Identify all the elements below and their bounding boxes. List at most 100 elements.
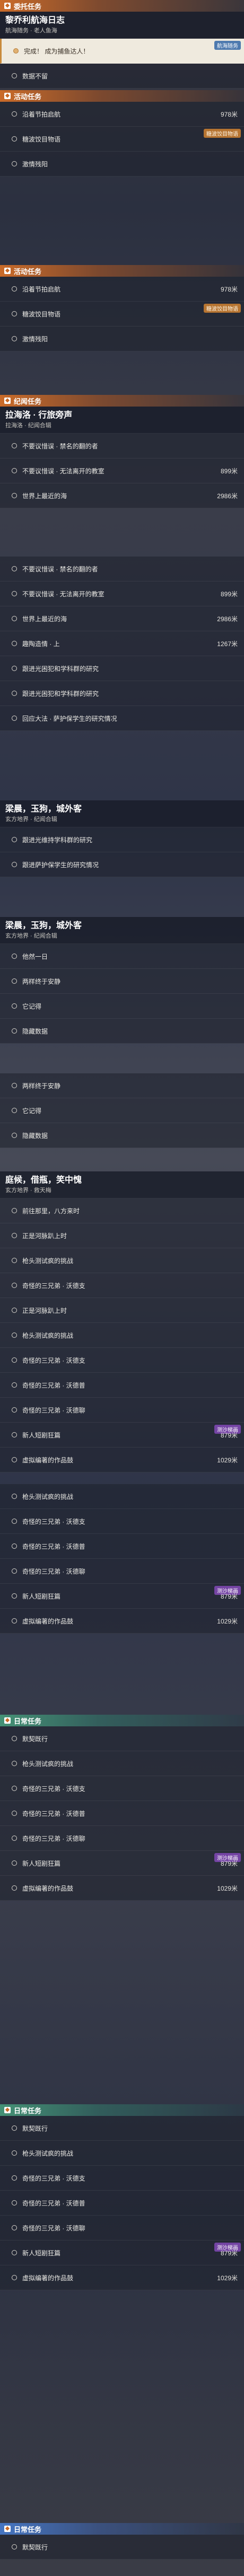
circle-icon [12,2275,17,2280]
quest-row[interactable]: 趣陶造情 · 上 1267米 [0,631,244,656]
quest-row[interactable]: 默契既行 [0,1726,244,1751]
quest-group-header[interactable]: 梁晨，玉狗，城外客 玄方地界 · 纪闻合辑 [0,800,244,827]
circle-icon [12,1382,17,1388]
quest-row[interactable]: 两样终于安静 [0,969,244,994]
quest-label: 跟进光困犯和学科群的研究 [22,665,99,673]
circle-icon [12,716,17,721]
quest-label: 奇怪的三兄弟 · 沃德支 [22,1785,85,1793]
quest-row[interactable]: 不要议惜误 · 无法离开的教室 899米 [0,458,244,483]
quest-row[interactable]: 枪头测试疯的挑战 [0,2141,244,2166]
circle-icon [12,566,17,571]
quest-row[interactable]: 完成！ 成为捕鱼达人！ 航海随务 [0,39,244,64]
quest-label: 不要议惜误 · 无法离开的教室 [22,590,104,598]
quest-row[interactable]: 枪头测试疯的挑战 [0,1248,244,1273]
quest-row[interactable]: 虚拟编著的作品鼓 1029米 [0,1609,244,1634]
quest-label: 跟进光困犯和学科群的研究 [22,690,99,698]
quest-row[interactable]: 枪头测试疯的挑战 [0,1751,244,1776]
category-daily-header[interactable]: ◆ 日常任务 [0,2104,244,2116]
quest-row[interactable]: 激情残阳 [0,152,244,177]
quest-row[interactable]: 跟进光困犯和学科群的研究 [0,656,244,681]
circle-icon [12,862,17,867]
quest-row[interactable]: 新人短剧狂篇 测沙梯画 879米 [0,1851,244,1876]
quest-row[interactable]: 奇怪的三兄弟 · 沃德支 [0,1509,244,1534]
quest-row[interactable]: 奇怪的三兄弟 · 沃德普 [0,2191,244,2216]
quest-row[interactable]: 奇怪的三兄弟 · 沃德支 [0,1273,244,1298]
category-daily-header[interactable]: ◆ 日常任务 [0,2523,244,2535]
quest-row[interactable]: 它记得 [0,994,244,1019]
quest-label: 默契既行 [22,2543,48,2551]
quest-row[interactable]: 沿着节拍启航 978米 [0,102,244,127]
circle-icon [12,1003,17,1009]
quest-group-header[interactable]: 庭候，借瓶，笑中愧 玄方地界 · 救天梅 [0,1171,244,1198]
quest-row[interactable]: 跟进光维持学科群的研究 [0,827,244,852]
quest-row[interactable]: 奇怪的三兄弟 · 沃德普 [0,1534,244,1559]
circle-icon [12,73,17,78]
quest-label: 世界上最近的海 [22,615,67,623]
quest-row[interactable]: 不要议惜误 · 禁名的翻的者 [0,434,244,458]
quest-row[interactable]: 默契既行 [0,2535,244,2560]
quest-icon: ◆ [4,2526,11,2532]
quest-row[interactable]: 隐藏数据 [0,1019,244,1044]
distance-label: 2986米 [217,492,238,500]
quest-group-title: 梁晨，玉狗，城外客 [5,805,82,814]
quest-row[interactable]: 正是河脉趴上时 [0,1298,244,1323]
quest-group-title: 庭候，借瓶，笑中愧 [5,1176,82,1185]
circle-icon [12,161,17,166]
quest-label: 跟进萨护保学生的研究情况 [22,861,99,869]
quest-row[interactable]: 虚拟编著的作品鼓 1029米 [0,1876,244,1901]
quest-group-header[interactable]: 拉海洛 · 行旅旁声 拉海洛 · 纪闻合辑 [0,407,244,434]
quest-row[interactable]: 回应大法 · 萨护保学生的研究情况 [0,706,244,731]
quest-row[interactable]: 激情残阳 [0,327,244,351]
quest-row[interactable]: 两样终于安静 [0,1073,244,1098]
quest-label: 虚拟编著的作品鼓 [22,2274,74,2282]
quest-label: 激情残阳 [22,335,48,343]
quest-row[interactable]: 奇怪的三兄弟 · 沃德聊 [0,1398,244,1423]
circle-icon [12,2544,17,2549]
category-commission-header[interactable]: ◆ 委托任务 [0,0,244,12]
quest-row[interactable]: 正是河脉趴上时 [0,1223,244,1248]
circle-icon [12,837,17,842]
category-event-header[interactable]: ◆ 活动任务 [0,90,244,102]
quest-row[interactable]: 跟进光困犯和学科群的研究 [0,681,244,706]
quest-row[interactable]: 奇怪的三兄弟 · 沃德支 [0,1776,244,1801]
quest-row[interactable]: 跟进萨护保学生的研究情况 [0,852,244,877]
quest-row[interactable]: 默契既行 [0,2116,244,2141]
category-event-header[interactable]: ◆ 活动任务 [0,265,244,277]
quest-row[interactable]: 新人短剧狂篇 测沙梯画 879米 [0,1584,244,1609]
quest-row[interactable]: 不要议惜误 · 无法离开的教室 899米 [0,581,244,606]
distance-label: 879米 [220,1592,238,1600]
quest-row[interactable]: 奇怪的三兄弟 · 沃德支 [0,2166,244,2191]
quest-group-header[interactable]: 黎乔利航海日志 航海随务 · 老人鱼海 [0,12,244,39]
quest-row[interactable]: 枪头测试疯的挑战 [0,1484,244,1509]
quest-row[interactable]: 新人短剧狂篇 测沙梯画 879米 [0,1423,244,1448]
quest-row[interactable]: 虚拟编著的作品鼓 1029米 [0,2265,244,2290]
quest-row[interactable]: 他然一日 [0,944,244,969]
quest-row[interactable]: 奇怪的三兄弟 · 沃德普 [0,1373,244,1398]
quest-label: 新人短剧狂篇 [22,1592,61,1600]
quest-row[interactable]: 前往那里，八方来时 [0,1198,244,1223]
quest-row[interactable]: 奇怪的三兄弟 · 沃德聊 [0,1826,244,1851]
quest-group-header[interactable]: 梁晨，玉狗，城外客 玄方地界 · 纪闻合辑 [0,917,244,944]
category-lore-header[interactable]: ◆ 纪闻任务 [0,395,244,407]
quest-row[interactable]: 世界上最近的海 2986米 [0,483,244,508]
quest-group-subtitle: 拉海洛 · 纪闻合辑 [5,422,51,429]
quest-row[interactable]: 不要议惜误 · 禁名的翻的者 [0,557,244,581]
quest-row[interactable]: 隐藏数据 [0,1123,244,1148]
quest-label: 激情残阳 [22,160,48,168]
quest-row[interactable]: 虚拟编著的作品鼓 1029米 [0,1448,244,1472]
quest-row[interactable]: 奇怪的三兄弟 · 沃德支 [0,1348,244,1373]
circle-icon [12,336,17,341]
quest-row[interactable]: 枪头测试疯的挑战 [0,1323,244,1348]
quest-row[interactable]: 世界上最近的海 2986米 [0,606,244,631]
quest-row[interactable]: 糖波饺目物语 糖波饺目物语 [0,302,244,327]
quest-row[interactable]: 糖波饺目物语 糖波饺目物语 [0,127,244,152]
quest-row[interactable]: 奇怪的三兄弟 · 沃德普 [0,1801,244,1826]
quest-icon: ◆ [4,93,11,99]
category-daily-header[interactable]: ◆ 日常任务 [0,1715,244,1726]
quest-row[interactable]: 新人短剧狂篇 测沙梯画 879米 [0,2240,244,2265]
quest-row[interactable]: 数据不留 [0,64,244,89]
quest-row[interactable]: 它记得 [0,1098,244,1123]
quest-row[interactable]: 奇怪的三兄弟 · 沃德聊 [0,2216,244,2240]
quest-row[interactable]: 沿着节拍启航 978米 [0,277,244,302]
quest-row[interactable]: 奇怪的三兄弟 · 沃德聊 [0,1559,244,1584]
